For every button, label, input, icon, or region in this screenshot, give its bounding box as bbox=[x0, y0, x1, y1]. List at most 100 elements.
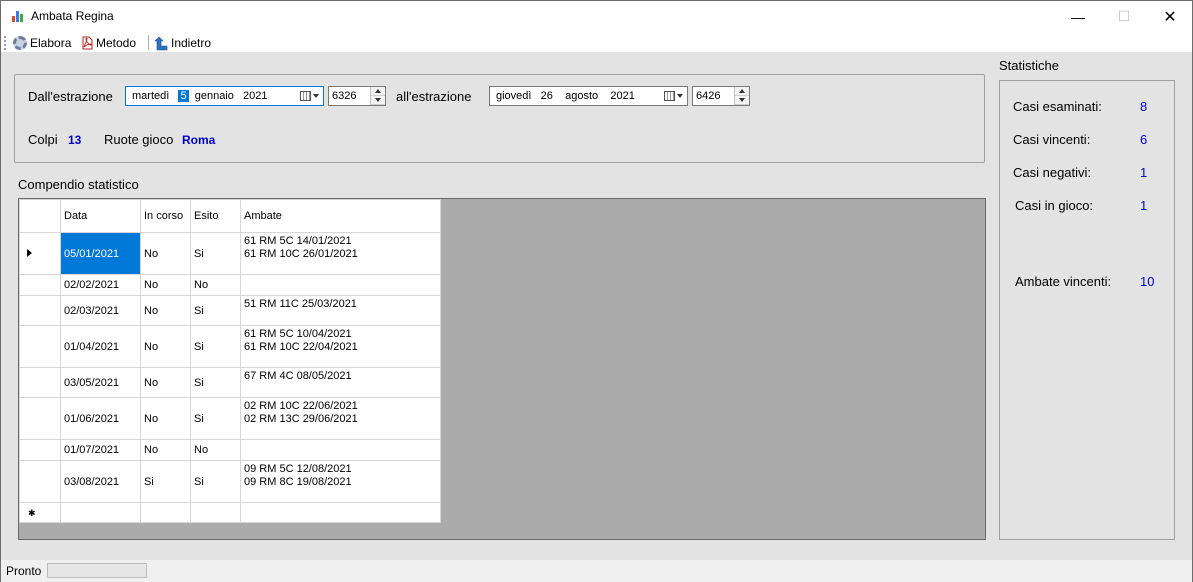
toolbar: Elabora Metodo Indietro bbox=[1, 32, 1192, 52]
status-text: Pronto bbox=[6, 564, 42, 578]
elabora-button[interactable]: Elabora bbox=[13, 34, 71, 52]
ambata-line: 09 RM 8C 19/08/2021 bbox=[244, 476, 352, 488]
toolbar-grip[interactable] bbox=[4, 36, 6, 50]
table-row[interactable]: 02/03/2021 No Si 51 RM 11C 25/03/2021 bbox=[19, 295, 441, 326]
compendio-grid[interactable]: Data In corso Esito Ambate 05/01/2021 No S… bbox=[18, 198, 986, 540]
cell-ambate[interactable]: 09 RM 5C 12/08/2021 09 RM 8C 19/08/2021 bbox=[240, 460, 441, 503]
to-number-up-button[interactable] bbox=[735, 87, 749, 96]
cell-esito[interactable]: Si bbox=[190, 325, 241, 368]
cell-data[interactable]: 05/01/2021 bbox=[60, 232, 141, 275]
table-row[interactable]: 01/07/2021 No No bbox=[19, 439, 441, 461]
cell-ambate[interactable]: 61 RM 5C 10/04/2021 61 RM 10C 22/04/2021 bbox=[240, 325, 441, 368]
cell-esito[interactable]: Si bbox=[190, 367, 241, 398]
grid-corner-header[interactable] bbox=[19, 199, 61, 233]
cell-data[interactable]: 01/07/2021 bbox=[60, 439, 141, 461]
new-row-cell[interactable] bbox=[190, 502, 241, 523]
row-header[interactable] bbox=[19, 295, 61, 326]
cell-in-corso[interactable]: No bbox=[140, 325, 191, 368]
table-row[interactable]: 05/01/2021 No Si 61 RM 5C 14/01/2021 61 RM 1… bbox=[19, 232, 441, 275]
close-button[interactable]: ✕ bbox=[1147, 1, 1193, 32]
compendio-table: Data In corso Esito Ambate 05/01/2021 No S… bbox=[19, 199, 441, 523]
table-row[interactable]: 01/04/2021 No Si 61 RM 5C 10/04/2021 61 RM 1… bbox=[19, 325, 441, 368]
cell-ambate[interactable] bbox=[240, 439, 441, 461]
row-header[interactable] bbox=[19, 274, 61, 296]
cell-in-corso[interactable]: No bbox=[140, 232, 191, 275]
indietro-label: Indietro bbox=[171, 36, 212, 50]
ruote-gioco-value: Roma bbox=[182, 133, 216, 147]
row-header[interactable] bbox=[19, 397, 61, 440]
cell-esito[interactable]: Si bbox=[190, 232, 241, 275]
cell-esito[interactable]: Si bbox=[190, 460, 241, 503]
cell-data[interactable]: 03/08/2021 bbox=[60, 460, 141, 503]
cell-esito[interactable]: No bbox=[190, 439, 241, 461]
cell-data[interactable]: 01/06/2021 bbox=[60, 397, 141, 440]
app-chart-icon bbox=[12, 10, 24, 22]
cell-ambate[interactable]: 02 RM 10C 22/06/2021 02 RM 13C 29/06/2021 bbox=[240, 397, 441, 440]
column-header-esito[interactable]: Esito bbox=[190, 199, 241, 233]
casi-vincenti-value: 6 bbox=[1140, 132, 1148, 147]
to-date-picker[interactable]: giovedì 26 agosto 2021 bbox=[489, 86, 688, 106]
to-date-dropdown[interactable] bbox=[660, 88, 686, 104]
status-bar: Pronto bbox=[1, 560, 1192, 582]
column-header-in-corso[interactable]: In corso bbox=[140, 199, 191, 233]
new-row-header[interactable]: ✱ bbox=[19, 502, 61, 523]
from-date-picker[interactable]: martedì 5 gennaio 2021 bbox=[125, 86, 324, 106]
ambate-vincenti-label: Ambate vincenti: bbox=[1015, 274, 1112, 289]
cell-ambate[interactable]: 61 RM 5C 14/01/2021 61 RM 10C 26/01/2021 bbox=[240, 232, 441, 275]
back-arrow-icon bbox=[154, 36, 168, 50]
from-number-up-button[interactable] bbox=[371, 87, 385, 96]
ambata-line: 02 RM 13C 29/06/2021 bbox=[244, 413, 358, 425]
window-title: Ambata Regina bbox=[31, 9, 114, 23]
table-row[interactable]: 03/08/2021 Si Si 09 RM 5C 12/08/2021 09 RM 8… bbox=[19, 460, 441, 503]
cell-data[interactable]: 01/04/2021 bbox=[60, 325, 141, 368]
casi-esaminati-value: 8 bbox=[1140, 99, 1148, 114]
cell-data[interactable]: 02/03/2021 bbox=[60, 295, 141, 326]
maximize-button[interactable]: ☐ bbox=[1101, 1, 1147, 32]
from-number-down-button[interactable] bbox=[371, 96, 385, 105]
row-header[interactable] bbox=[19, 439, 61, 461]
table-row[interactable]: 03/05/2021 No Si 67 RM 4C 08/05/2021 bbox=[19, 367, 441, 398]
from-date-dropdown[interactable] bbox=[296, 88, 322, 104]
new-row-cell[interactable] bbox=[140, 502, 191, 523]
cell-in-corso[interactable]: Si bbox=[140, 460, 191, 503]
to-number-down-button[interactable] bbox=[735, 96, 749, 105]
row-header[interactable] bbox=[19, 367, 61, 398]
row-header[interactable] bbox=[19, 325, 61, 368]
cell-ambate[interactable]: 67 RM 4C 08/05/2021 bbox=[240, 367, 441, 398]
cell-data[interactable]: 03/05/2021 bbox=[60, 367, 141, 398]
row-header[interactable] bbox=[19, 460, 61, 503]
app-window: Ambata Regina — ☐ ✕ Elabora Metodo Indie… bbox=[0, 0, 1193, 582]
new-row[interactable]: ✱ bbox=[19, 502, 441, 523]
to-number-spinner[interactable]: 6426 bbox=[692, 86, 750, 106]
cell-esito[interactable]: No bbox=[190, 274, 241, 296]
column-header-ambate[interactable]: Ambate bbox=[240, 199, 441, 233]
casi-vincenti-label: Casi vincenti: bbox=[1013, 132, 1091, 147]
statistiche-group: Casi esaminati: 8 Casi vincenti: 6 Casi … bbox=[999, 80, 1175, 540]
cell-in-corso[interactable]: No bbox=[140, 367, 191, 398]
table-row[interactable]: 02/02/2021 No No bbox=[19, 274, 441, 296]
ambata-line: 09 RM 5C 12/08/2021 bbox=[244, 463, 352, 475]
cell-ambate[interactable]: 51 RM 11C 25/03/2021 bbox=[240, 295, 441, 326]
from-number-spinner[interactable]: 6326 bbox=[328, 86, 386, 106]
to-day: 26 bbox=[540, 90, 553, 102]
new-row-cell[interactable] bbox=[60, 502, 141, 523]
cell-in-corso[interactable]: No bbox=[140, 397, 191, 440]
table-row[interactable]: 01/06/2021 No Si 02 RM 10C 22/06/2021 02 RM … bbox=[19, 397, 441, 440]
row-header[interactable] bbox=[19, 232, 61, 275]
arrow-down-icon bbox=[739, 98, 745, 102]
arrow-down-icon bbox=[375, 98, 381, 102]
current-row-icon bbox=[27, 248, 32, 257]
cell-in-corso[interactable]: No bbox=[140, 274, 191, 296]
new-row-cell[interactable] bbox=[240, 502, 441, 523]
cell-in-corso[interactable]: No bbox=[140, 439, 191, 461]
indietro-button[interactable]: Indietro bbox=[154, 34, 211, 52]
metodo-button[interactable]: Metodo bbox=[81, 34, 136, 52]
cell-data[interactable]: 02/02/2021 bbox=[60, 274, 141, 296]
cell-esito[interactable]: Si bbox=[190, 397, 241, 440]
cell-esito[interactable]: Si bbox=[190, 295, 241, 326]
cell-in-corso[interactable]: No bbox=[140, 295, 191, 326]
all-estrazione-label: all'estrazione bbox=[396, 89, 472, 104]
minimize-button[interactable]: — bbox=[1055, 1, 1101, 32]
cell-ambate[interactable] bbox=[240, 274, 441, 296]
column-header-data[interactable]: Data bbox=[60, 199, 141, 233]
